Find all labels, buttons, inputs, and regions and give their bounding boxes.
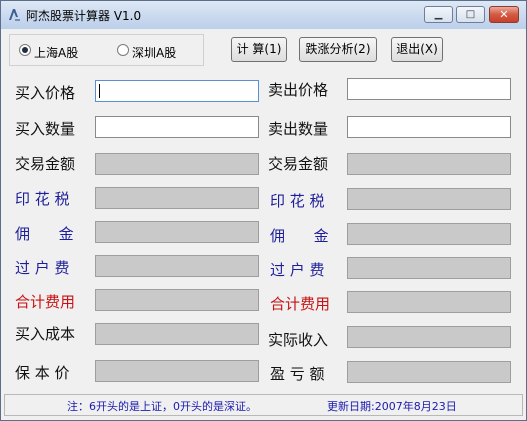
buy-transfer-fee-output <box>95 255 259 277</box>
minimize-icon: ▁ <box>434 9 443 20</box>
sell-price-label: 卖出价格 <box>268 81 329 99</box>
app-window: 阿杰股票计算器 V1.0 ▁ □ ✕ 上海A股 深圳A股 计 算(1) 跌涨分析… <box>0 0 527 421</box>
maximize-icon: □ <box>465 9 476 20</box>
breakeven-price-output <box>95 360 259 382</box>
buy-transfer-fee-label: 过 户 费 <box>15 259 70 277</box>
actual-income-label: 实际收入 <box>268 331 329 349</box>
radio-shenzhen[interactable] <box>117 44 129 56</box>
exit-button[interactable]: 退出(X) <box>391 37 443 62</box>
status-updated-date: 更新日期:2007年8月23日 <box>327 400 457 413</box>
buy-price-input[interactable] <box>95 80 259 102</box>
buy-total-fee-output <box>95 289 259 311</box>
buy-amount-output <box>95 153 259 175</box>
radio-shenzhen-label[interactable]: 深圳A股 <box>132 44 176 61</box>
radio-shanghai-label[interactable]: 上海A股 <box>34 44 78 61</box>
buy-commission-label: 佣 金 <box>15 225 74 243</box>
close-button[interactable]: ✕ <box>489 6 519 23</box>
sell-commission-label: 佣 金 <box>270 227 329 245</box>
text-caret <box>99 84 100 98</box>
buy-amount-label: 交易金额 <box>15 155 76 173</box>
sell-quantity-label: 卖出数量 <box>268 120 329 138</box>
buy-stamp-tax-output <box>95 187 259 209</box>
buy-quantity-input[interactable] <box>95 116 259 138</box>
status-bar: 注：6开头的是上证，0开头的是深证。 更新日期:2007年8月23日 <box>4 394 523 416</box>
analysis-button[interactable]: 跌涨分析(2) <box>299 37 377 62</box>
sell-quantity-input[interactable] <box>347 116 511 138</box>
sell-stamp-tax-output <box>347 188 511 210</box>
window-title: 阿杰股票计算器 V1.0 <box>26 9 142 23</box>
sell-transfer-fee-label: 过 户 费 <box>270 261 325 279</box>
title-bar[interactable]: 阿杰股票计算器 V1.0 ▁ □ ✕ <box>1 1 526 29</box>
buy-total-fee-label: 合计费用 <box>15 293 76 311</box>
buy-commission-output <box>95 221 259 243</box>
sell-transfer-fee-output <box>347 257 511 279</box>
actual-income-output <box>347 326 511 348</box>
sell-total-fee-label: 合计费用 <box>270 295 331 313</box>
maximize-button[interactable]: □ <box>456 6 485 23</box>
buy-stamp-tax-label: 印 花 税 <box>15 190 70 208</box>
calculate-button[interactable]: 计 算(1) <box>231 37 287 62</box>
sell-stamp-tax-label: 印 花 税 <box>270 192 325 210</box>
breakeven-price-label: 保 本 价 <box>15 364 70 382</box>
buy-quantity-label: 买入数量 <box>15 120 76 138</box>
status-note: 注：6开头的是上证，0开头的是深证。 <box>67 400 257 413</box>
radio-shanghai[interactable] <box>19 44 31 56</box>
minimize-button[interactable]: ▁ <box>424 6 453 23</box>
sell-commission-output <box>347 223 511 245</box>
app-icon <box>9 9 20 21</box>
sell-price-input[interactable] <box>347 78 511 100</box>
sell-amount-label: 交易金额 <box>268 155 329 173</box>
buy-price-label: 买入价格 <box>15 84 76 102</box>
sell-total-fee-output <box>347 291 511 313</box>
buy-cost-label: 买入成本 <box>15 325 76 343</box>
buy-cost-output <box>95 323 259 345</box>
profit-loss-output <box>347 361 511 383</box>
sell-amount-output <box>347 153 511 175</box>
profit-loss-label: 盈 亏 额 <box>270 365 325 383</box>
close-icon: ✕ <box>499 8 509 21</box>
market-radio-group: 上海A股 深圳A股 <box>9 34 204 66</box>
